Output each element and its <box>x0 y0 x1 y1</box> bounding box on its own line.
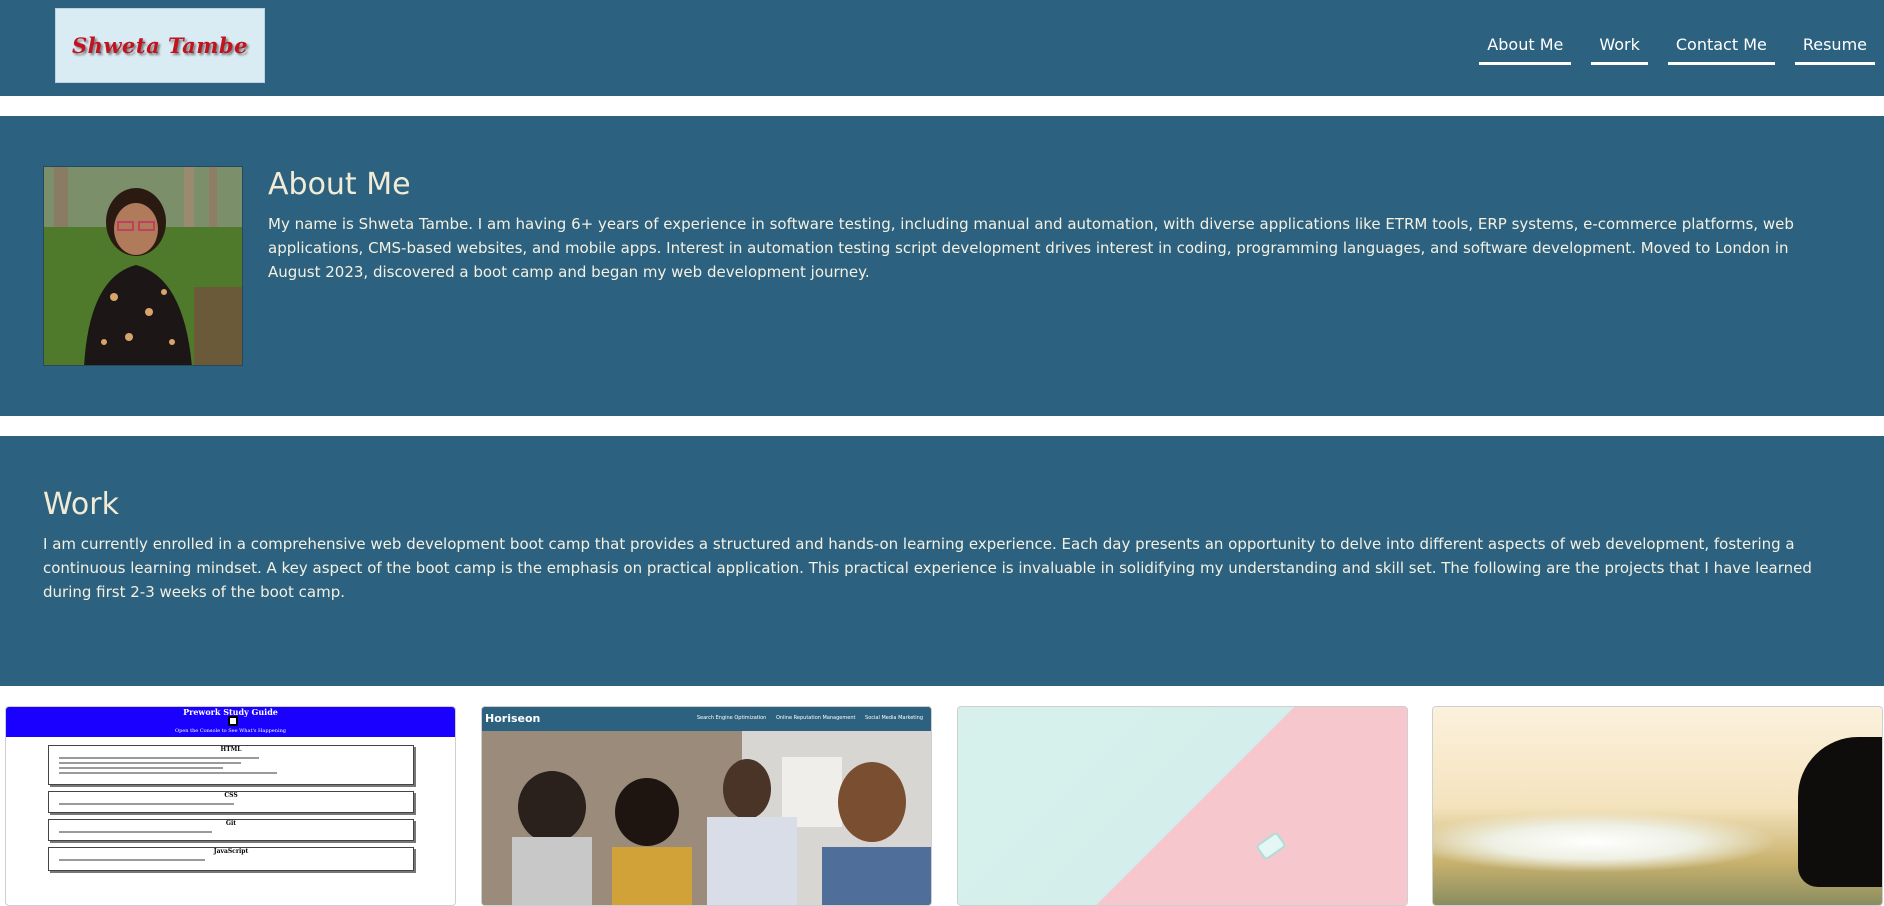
prework-subtitle: Open the Console to See What's Happening <box>175 728 286 734</box>
logo-text: Shweta Tambe <box>72 33 248 58</box>
work-section: Work I am currently enrolled in a compre… <box>0 436 1884 686</box>
prework-box-title: HTML <box>220 746 242 753</box>
about-content: About Me My name is Shweta Tambe. I am h… <box>268 166 1828 284</box>
main-nav: About Me Work Contact Me Resume <box>1459 32 1884 65</box>
prework-box-title: CSS <box>224 792 238 799</box>
prework-box-javascript: JavaScript <box>48 847 414 871</box>
nav-resume[interactable]: Resume <box>1794 32 1875 65</box>
site-logo[interactable]: Shweta Tambe <box>55 8 265 83</box>
horiseon-navbar: Horiseon Search Engine Optimization Onli… <box>482 707 931 731</box>
project-3-image <box>958 707 1407 905</box>
project-4-wave <box>1433 812 1773 872</box>
horiseon-menu: Search Engine Optimization Online Reputa… <box>689 715 923 721</box>
horiseon-menu-item: Social Media Marketing <box>865 715 923 721</box>
prework-box-title: Git <box>225 820 237 827</box>
project-cards: Prework Study Guide Open the Console to … <box>0 706 1884 906</box>
project-card-4[interactable] <box>1432 706 1883 906</box>
about-title: About Me <box>268 167 411 202</box>
horiseon-brand: Horiseon <box>485 712 541 725</box>
project-4-silhouette <box>1798 737 1882 887</box>
prework-box-css: CSS <box>48 791 414 813</box>
about-section: About Me My name is Shweta Tambe. I am h… <box>0 116 1884 416</box>
project-card-prework[interactable]: Prework Study Guide Open the Console to … <box>5 706 456 906</box>
prework-box-git: Git <box>48 819 414 841</box>
prework-box-title: JavaScript <box>213 848 249 855</box>
site-header: Shweta Tambe About Me Work Contact Me Re… <box>0 0 1884 96</box>
prework-logo-icon <box>228 716 238 726</box>
work-paragraph: I am currently enrolled in a comprehensi… <box>43 535 1812 601</box>
horiseon-menu-item: Search Engine Optimization <box>696 715 767 721</box>
about-paragraph: My name is Shweta Tambe. I am having 6+ … <box>268 215 1794 281</box>
project-card-3[interactable] <box>957 706 1408 906</box>
horiseon-menu-item: Online Reputation Management <box>775 715 856 721</box>
project-card-horiseon[interactable]: Horiseon Search Engine Optimization Onli… <box>481 706 932 906</box>
prework-box-html: HTML <box>48 745 414 785</box>
work-content: Work I am currently enrolled in a compre… <box>43 486 1853 604</box>
horiseon-photo <box>482 707 931 905</box>
nav-contact-me[interactable]: Contact Me <box>1667 32 1775 65</box>
profile-photo <box>43 166 243 366</box>
work-title: Work <box>43 487 119 522</box>
nav-about-me[interactable]: About Me <box>1479 32 1572 65</box>
nav-work[interactable]: Work <box>1591 32 1648 65</box>
